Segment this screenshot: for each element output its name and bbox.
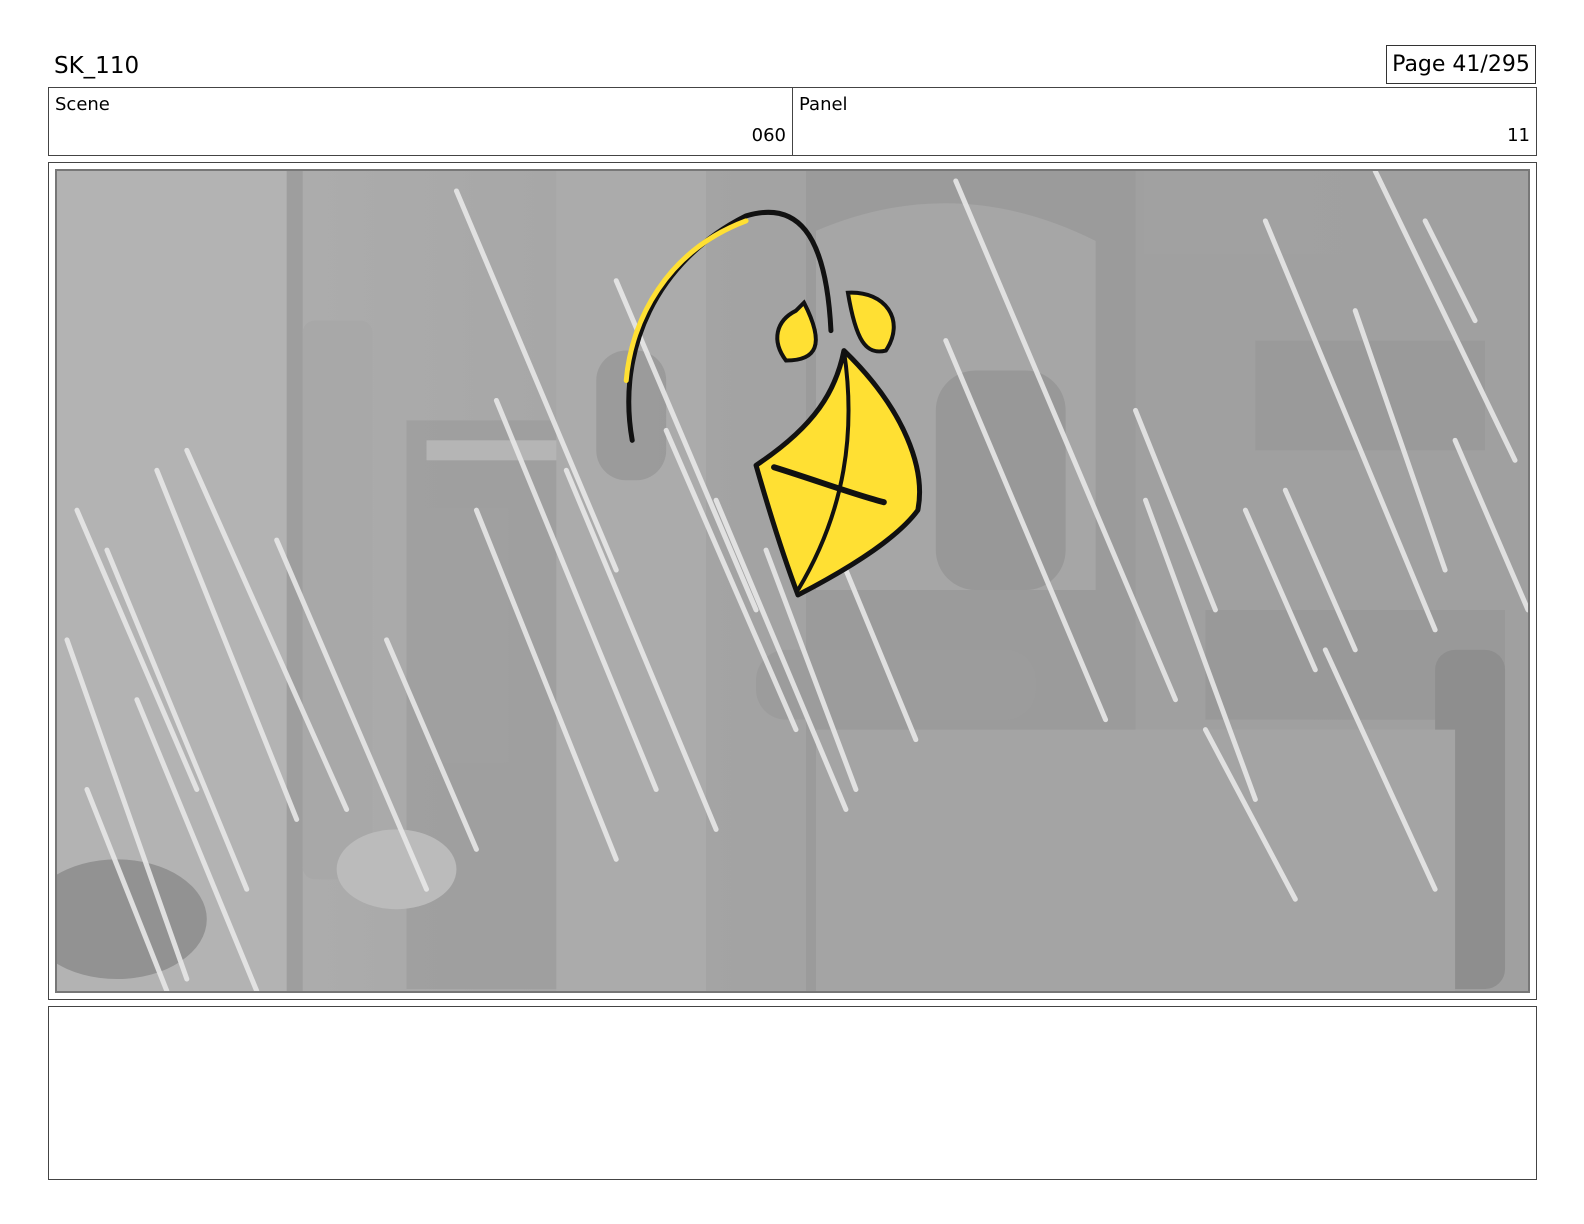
scene-cell: Scene 060 (49, 88, 792, 155)
panel-number: 11 (1507, 125, 1530, 146)
storyboard-panel-image (55, 169, 1530, 993)
page-counter: Page 41/295 (1386, 45, 1536, 84)
panel-cell: Panel 11 (792, 88, 1536, 155)
scene-number: 060 (751, 125, 786, 146)
scene-label: Scene (55, 94, 110, 115)
kite-in-rain-illustration (57, 171, 1528, 991)
scene-panel-info-row: Scene 060 Panel 11 (48, 87, 1537, 156)
storyboard-panel-frame (48, 162, 1537, 1000)
panel-label: Panel (799, 94, 848, 115)
project-title: SK_110 (54, 53, 140, 79)
panel-notes-box (48, 1006, 1537, 1180)
